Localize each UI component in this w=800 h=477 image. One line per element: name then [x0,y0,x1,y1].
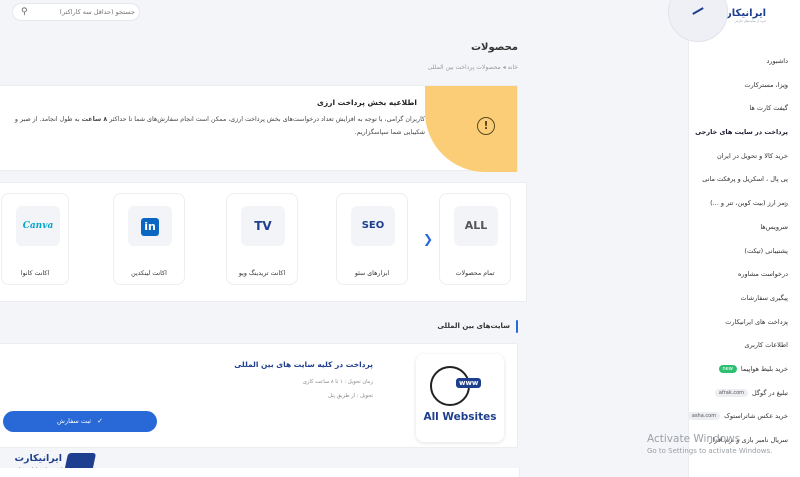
category-label: ابزارهای سئو [354,270,390,277]
notice-decoration [425,86,517,172]
sidebar-item-label: خرید کالا و تحویل در ایران [717,151,788,160]
sidebar-menu: داشبورد ویزا، مسترکارت ‹ گیفت کارت ها پرداخت… [688,50,800,453]
notice-text-1: کاربران گرامی، با توجه به افزایش تعداد د… [109,116,425,123]
sidebar-item[interactable]: پرداخت های ایرانیکارت ‹ [688,311,800,335]
category-label: اکانت تریدینگ ویو [238,270,286,277]
product-title[interactable]: پرداخت در کلیه سایت های بین المللی [234,360,373,369]
section-accent [516,320,518,333]
watermark-line-1: Activate Windows [647,433,741,445]
linkedin-icon: in [128,206,172,246]
www-badge: www [456,378,482,388]
toggle-icon [692,7,704,15]
activate-windows-watermark: Activate Windows Go to Settings to activ… [647,433,772,455]
category-label: اکانت کانوا [20,270,50,277]
sidebar-badge: asha.com [688,412,721,421]
product-image-label: All Websites [423,411,497,423]
tradingview-icon: TV [241,206,285,246]
sidebar: ایرانیکارت خرید از سایت‌های خارجی داشبور… [688,0,800,477]
alert-icon: ! [477,117,495,135]
sidebar-badge: afrak.com [714,388,749,397]
sidebar-item-label: پشتیبانی (تیکت) [744,246,788,255]
chevron-icon: ‹ [784,317,788,327]
sidebar-item[interactable]: تبلیغ در گوگلafrak.com [688,382,800,406]
chevron-icon: ‹ [784,80,788,90]
sidebar-item[interactable]: پیگیری سفارشات [688,287,800,311]
linkedin-tile: in [141,217,159,236]
sidebar-item-label: پرداخت در سایت های خارجی [695,128,788,137]
chevron-right-icon[interactable]: ❯ [423,232,433,246]
all-icon: ALL [454,206,498,246]
category-canva[interactable]: Canva اکانت کانوا [1,193,69,285]
sidebar-item-label: خرید عکس شاتراستوک [724,412,788,421]
sidebar-item[interactable]: رمز ارز (بیت کوین، تتر و ...) ‹ [688,192,800,216]
sidebar-item-label: پی پال ، اسکریل و پرفکت مانی [702,175,788,184]
sidebar-item[interactable]: خرید عکس شاتراستوکasha.com [688,405,800,429]
order-button[interactable]: ✓ ثبت سفارش [3,411,157,432]
notice-title: اطلاعیه بخش پرداخت ارزی [316,98,417,107]
bottom-panel [0,468,520,477]
category-label: تمام محصولات [455,270,495,277]
brand-tagline: خرید از سایت‌های خارجی [734,19,766,23]
sidebar-item[interactable]: درخواست مشاوره [688,263,800,287]
product-delivery-method: تحویل : از طریق پنل [328,393,373,399]
search-box: ⚲ [12,3,140,21]
category-linkedin[interactable]: in اکانت لینکدین [113,193,185,285]
order-button-label: ثبت سفارش [57,417,92,425]
product-delivery-time: زمان تحویل : ۱ تا ۸ ساعت کاری [302,379,373,385]
category-tradingview[interactable]: TV اکانت تریدینگ ویو [226,193,298,285]
sidebar-item[interactable]: ویزا، مسترکارت ‹ [688,74,800,98]
category-label: اکانت لینکدین [131,270,167,277]
sidebar-item[interactable]: پشتیبانی (تیکت) [688,240,800,264]
sidebar-item[interactable]: داشبورد [688,50,800,74]
sidebar-item[interactable]: پی پال ، اسکریل و پرفکت مانی [688,168,800,192]
watermark-line-2: Go to Settings to activate Windows. [647,447,773,455]
check-circle-icon: ✓ [97,417,103,425]
search-input[interactable] [37,6,135,18]
notice-text-bold: ۸ ساعت [81,116,108,123]
canva-icon: Canva [16,206,60,246]
page-title: محصولات [470,42,518,53]
chevron-icon: ‹ [784,151,788,161]
notice-panel: ! اطلاعیه بخش پرداخت ارزی کاربران گرامی،… [0,85,518,172]
sidebar-item-label: ویزا، مسترکارت [744,80,788,89]
sidebar-item[interactable]: پرداخت در سایت های خارجی [688,121,800,145]
sidebar-item-label: اطلاعات کاربری [744,341,788,350]
sidebar-item[interactable]: خرید کالا و تحویل در ایران ‹ [688,145,800,169]
sidebar-badge: new [718,364,737,373]
sidebar-item[interactable]: سرویس‌ها ‹ [688,216,800,240]
sidebar-item[interactable]: گیفت کارت ها [688,97,800,121]
sidebar-item-label: داشبورد [766,57,789,65]
breadcrumb[interactable]: خانه ◂ محصولات پرداخت بین المللی [428,64,518,71]
product-image[interactable]: www All Websites [416,354,504,442]
sidebar-item-label: تبلیغ در گوگل [752,388,788,397]
chevron-icon: ‹ [784,199,788,209]
category-seo[interactable]: SEO ابزارهای سئو [336,193,408,285]
notice-body: کاربران گرامی، با توجه به افزایش تعداد د… [5,113,425,139]
sidebar-item-label: پیگیری سفارشات [740,293,788,302]
sidebar-item-label: خرید بلیط هواپیما [740,364,788,373]
sidebar-item-label: گیفت کارت ها [749,104,788,113]
sidebar-item-label: درخواست مشاوره [737,270,788,279]
category-all[interactable]: ALL تمام محصولات [439,193,511,285]
sidebar-item-label: رمز ارز (بیت کوین، تتر و ...) [710,199,788,208]
sidebar-item[interactable]: خرید بلیط هواپیماnew [688,358,800,382]
product-card: www All Websites پرداخت در کلیه سایت های… [0,343,518,448]
footer-brand-name: ایرانیکارت [14,453,62,464]
sidebar-item-label: پرداخت های ایرانیکارت [725,317,788,326]
search-icon[interactable]: ⚲ [21,7,28,17]
seo-icon: SEO [351,206,395,246]
section-title: سایت‌های بین المللی [437,322,510,330]
sidebar-item[interactable]: اطلاعات کاربری [688,334,800,358]
chevron-icon: ‹ [784,222,788,232]
category-carousel: ALL تمام محصولات SEO ابزارهای سئو TV اکا… [0,182,527,302]
